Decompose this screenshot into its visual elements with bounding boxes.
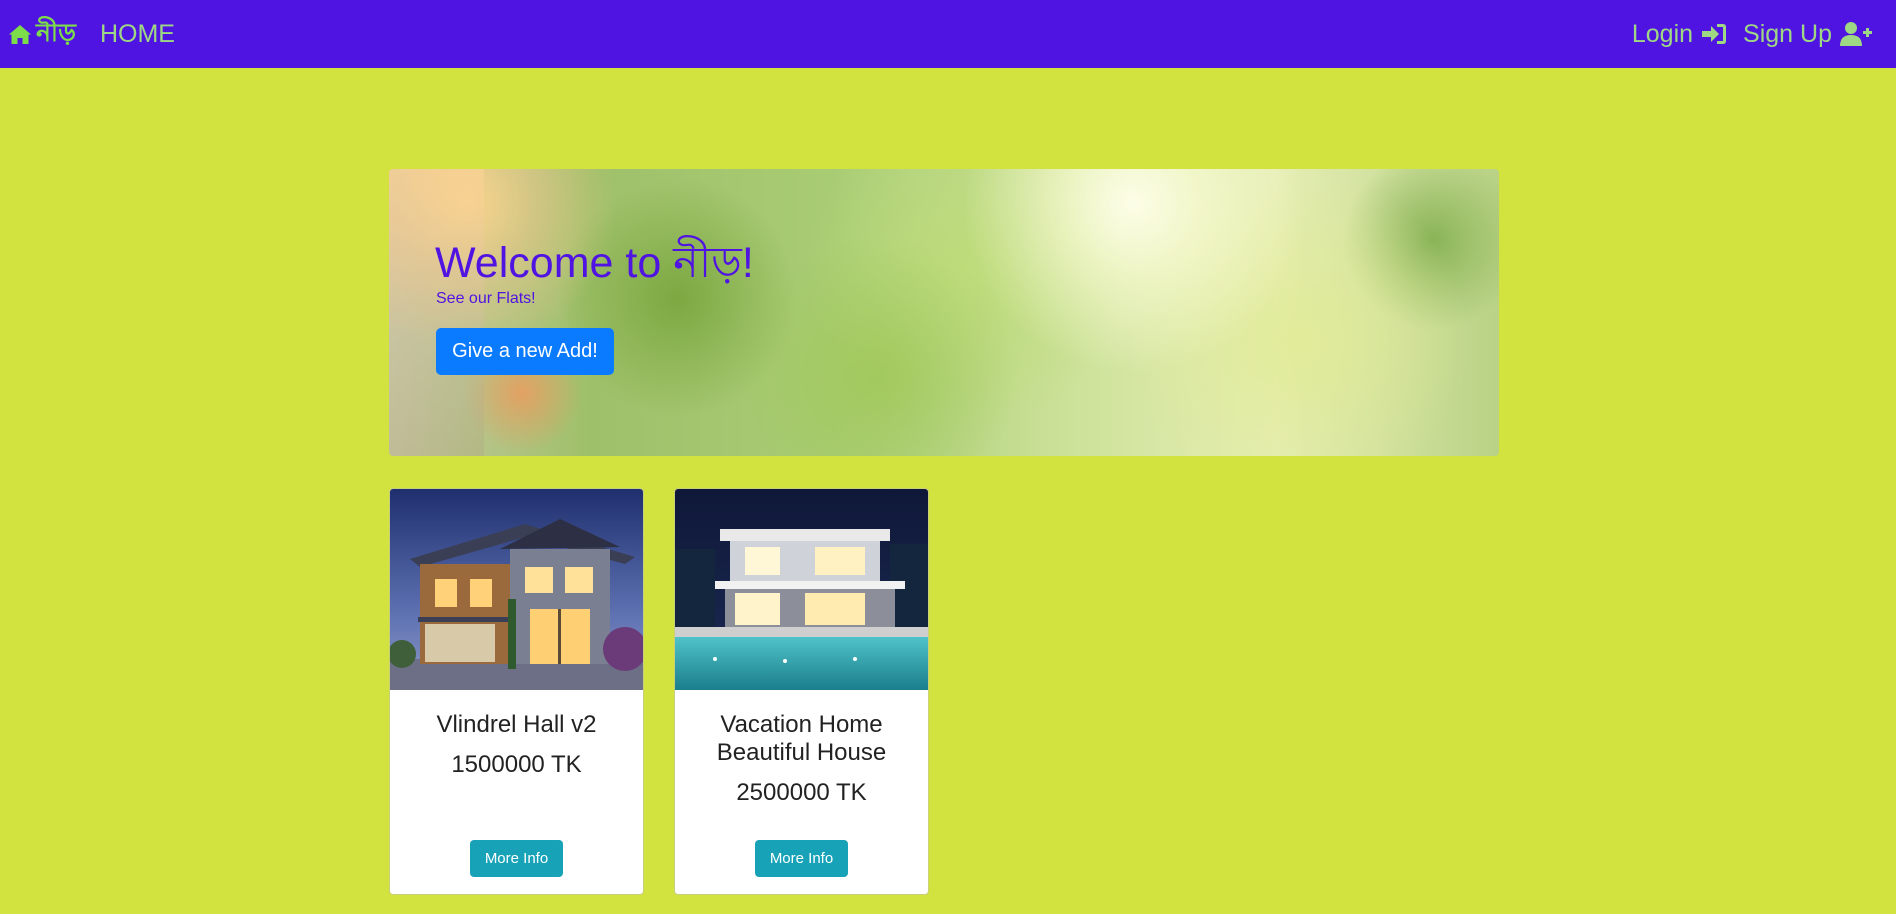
listing-image-house: [675, 489, 928, 690]
listing-image-house: [390, 489, 643, 690]
login-link[interactable]: Login: [1632, 20, 1727, 49]
brand-label: নীড়: [36, 18, 76, 47]
listing-title: Vlindrel Hall v2: [436, 711, 597, 738]
brand-link[interactable]: নীড়: [8, 13, 76, 56]
nav-home-link[interactable]: HOME: [100, 20, 175, 49]
home-icon: [9, 24, 31, 44]
hero-subtitle: See our Flats!: [436, 290, 536, 307]
give-new-add-button[interactable]: Give a new Add!: [436, 328, 614, 375]
listing-title: Vacation Home Beautiful House: [716, 711, 887, 766]
hero-jumbotron: Welcome to নীড়! See our Flats! Give a n…: [389, 169, 1499, 456]
user-plus-icon: [1840, 22, 1872, 46]
more-info-button[interactable]: More Info: [470, 840, 563, 877]
listing-price: 1500000 TK: [451, 751, 582, 778]
navbar-left: নীড় HOME: [0, 13, 175, 56]
login-label: Login: [1631, 19, 1694, 48]
signup-label: Sign Up: [1743, 19, 1832, 48]
hero-background-image: [389, 169, 484, 456]
listing-card: Vacation Home Beautiful House 2500000 TK…: [674, 488, 929, 895]
listing-card: Vlindrel Hall v2 1500000 TK More Info: [389, 488, 644, 895]
more-info-button[interactable]: More Info: [755, 840, 848, 877]
signup-link[interactable]: Sign Up: [1743, 20, 1872, 49]
navbar-right: Login Sign Up: [1632, 20, 1896, 49]
listing-price: 2500000 TK: [736, 779, 867, 806]
sign-in-icon: [1702, 24, 1727, 44]
navbar: নীড় HOME Login Sign Up: [0, 0, 1896, 68]
